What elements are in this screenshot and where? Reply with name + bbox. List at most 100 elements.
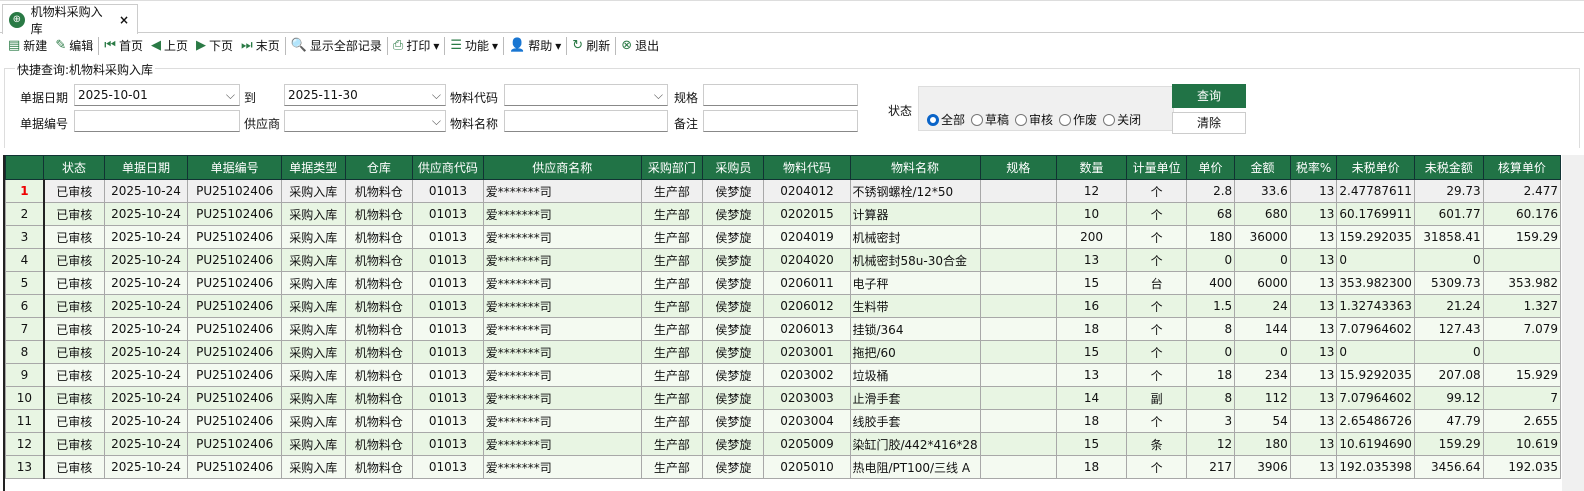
column-header[interactable]: 金额 (1234, 155, 1291, 180)
column-header[interactable]: 物料代码 (763, 155, 851, 180)
table-row[interactable]: 10 已审核 2025-10-24 PU25102406 采购入库 机物料仓 01013 爱*… (5, 386, 1561, 410)
column-header[interactable]: 核算单价 (1482, 155, 1561, 180)
column-header[interactable]: 仓库 (344, 155, 414, 180)
column-header[interactable]: 供应商名称 (482, 155, 642, 180)
toolbar-button-4[interactable]: ▶ 下页 (192, 35, 237, 57)
table-cell: 0 (1185, 340, 1236, 364)
table-row[interactable]: 8 已审核 2025-10-24 PU25102406 采购入库 机物料仓 01013 爱**… (5, 340, 1561, 364)
table-cell: 机械密封58u-30合金 (849, 248, 981, 272)
table-cell: 01013 (412, 294, 484, 318)
table-cell: 挂锁/364 (849, 317, 981, 341)
table-row[interactable]: 7 已审核 2025-10-24 PU25102406 采购入库 机物料仓 01013 爱**… (5, 317, 1561, 341)
column-header[interactable]: 计量单位 (1126, 155, 1187, 180)
toolbar-button-2[interactable]: ⏮ 首页 (100, 35, 147, 57)
remark-input[interactable] (703, 110, 858, 132)
status-radio-4[interactable]: 关闭 (1103, 111, 1141, 128)
column-header[interactable]: 采购部门 (640, 155, 704, 180)
table-row[interactable]: 12 已审核 2025-10-24 PU25102406 采购入库 机物料仓 01013 爱*… (5, 432, 1561, 456)
material-code-field[interactable]: ⌵ (504, 84, 668, 106)
table-row[interactable]: 3 已审核 2025-10-24 PU25102406 采购入库 机物料仓 01013 爱**… (5, 225, 1561, 249)
radio-circle-icon[interactable] (971, 113, 984, 126)
column-header[interactable]: 状态 (43, 155, 105, 180)
toolbar-button-6[interactable]: 🔍 显示全部记录 (287, 35, 386, 57)
table-row[interactable]: 6 已审核 2025-10-24 PU25102406 采购入库 机物料仓 01013 爱**… (5, 294, 1561, 318)
status-radio-1[interactable]: 草稿 (971, 111, 1009, 128)
clear-button[interactable]: 清除 (1172, 112, 1246, 134)
tab-purchase-inbound[interactable]: ⊕ 机物料采购入库 × (2, 4, 138, 36)
table-row[interactable]: 13 已审核 2025-10-24 PU25102406 采购入库 机物料仓 01013 爱*… (5, 455, 1561, 479)
table-cell: 29.73 (1413, 179, 1484, 203)
column-header[interactable]: 单价 (1185, 155, 1236, 180)
column-header[interactable]: 供应商代码 (412, 155, 484, 180)
chevron-down-icon[interactable]: ⌵ (432, 111, 441, 131)
table-cell: 7.079 (1482, 317, 1561, 341)
toolbar-button-0[interactable]: ▤ 新建 (4, 35, 51, 57)
table-row[interactable]: 4 已审核 2025-10-24 PU25102406 采购入库 机物料仓 01013 爱**… (5, 248, 1561, 272)
table-cell: 侯梦旋 (702, 179, 765, 203)
search-all-icon: 🔍 (290, 38, 307, 53)
table-cell: 0 (1234, 248, 1291, 272)
toolbar-button-10[interactable]: ↻ 刷新 (568, 35, 614, 57)
table-cell: 31858.41 (1413, 225, 1484, 249)
column-header[interactable]: 物料名称 (849, 155, 981, 180)
quick-query-title: 快捷查询:机物料采购入库 (15, 61, 156, 78)
radio-circle-icon[interactable] (1103, 113, 1116, 126)
column-header[interactable]: 税率% (1289, 155, 1338, 180)
table-cell: 采购入库 (280, 432, 346, 456)
toolbar-button-3[interactable]: ◀ 上页 (147, 35, 192, 57)
doc-no-input[interactable] (74, 110, 240, 132)
table-row[interactable]: 1 已审核 2025-10-24 PU25102406 采购入库 机物料仓 01013 爱**… (5, 179, 1561, 203)
chevron-down-icon[interactable]: ⌵ (226, 85, 235, 105)
radio-circle-icon[interactable] (927, 113, 939, 126)
chevron-down-icon[interactable]: ⌵ (654, 85, 663, 105)
date-to-field[interactable]: 2025-11-30 ⌵ (284, 84, 446, 106)
query-button[interactable]: 查询 (1172, 84, 1246, 108)
status-radio-0[interactable]: 全部 (927, 111, 965, 128)
table-cell: PU25102406 (187, 202, 282, 226)
toolbar-button-7[interactable]: ⎙ 打印 ▾ (389, 35, 443, 57)
close-tab-icon[interactable]: × (119, 13, 129, 27)
spec-label: 规格 (674, 91, 699, 105)
table-cell (979, 225, 1057, 249)
table-cell: 159.29 (1482, 225, 1561, 249)
spec-input[interactable] (703, 84, 858, 106)
radio-circle-icon[interactable] (1059, 113, 1072, 126)
chevron-down-icon[interactable]: ⌵ (432, 85, 441, 105)
table-row[interactable]: 2 已审核 2025-10-24 PU25102406 采购入库 机物料仓 01013 爱**… (5, 202, 1561, 226)
table-cell: 已审核 (43, 432, 105, 456)
radio-circle-icon[interactable] (1015, 113, 1028, 126)
column-header[interactable]: 单据日期 (103, 155, 189, 180)
date-from-field[interactable]: 2025-10-01 ⌵ (74, 84, 240, 106)
column-header[interactable]: 单据编号 (187, 155, 282, 180)
table-row[interactable]: 5 已审核 2025-10-24 PU25102406 采购入库 机物料仓 01013 爱**… (5, 271, 1561, 295)
dropdown-arrow-icon[interactable]: ▾ (433, 39, 439, 53)
table-row[interactable]: 11 已审核 2025-10-24 PU25102406 采购入库 机物料仓 01013 爱*… (5, 409, 1561, 433)
dropdown-arrow-icon[interactable]: ▾ (555, 39, 561, 53)
toolbar-button-8[interactable]: ☰ 功能 ▾ (446, 35, 502, 57)
material-name-input[interactable] (504, 110, 668, 132)
status-radio-2[interactable]: 审核 (1015, 111, 1053, 128)
table-cell: 10.619 (1482, 432, 1561, 456)
table-cell: 217 (1185, 455, 1236, 479)
status-radio-3[interactable]: 作废 (1059, 111, 1097, 128)
table-row[interactable]: 9 已审核 2025-10-24 PU25102406 采购入库 机物料仓 01013 爱**… (5, 363, 1561, 387)
column-header[interactable]: 规格 (979, 155, 1057, 180)
supplier-field[interactable]: ⌵ (284, 110, 446, 132)
quick-query-panel: 快捷查询:机物料采购入库 (4, 61, 1580, 148)
vertical-scrollbar[interactable] (1562, 155, 1584, 491)
toolbar-button-5[interactable]: ⏭ 末页 (237, 35, 284, 57)
column-header[interactable]: 未税单价 (1336, 155, 1415, 180)
dropdown-arrow-icon[interactable]: ▾ (492, 39, 498, 53)
toolbar-button-1[interactable]: ✎ 编辑 (51, 35, 97, 57)
table-cell: 个 (1126, 294, 1187, 318)
column-header[interactable]: 未税金额 (1413, 155, 1484, 180)
table-cell: 10.6194690 (1336, 432, 1415, 456)
table-cell: 12 (1185, 432, 1236, 456)
toolbar-button-9[interactable]: 👤 帮助 ▾ (505, 35, 565, 57)
column-header[interactable]: 采购员 (702, 155, 765, 180)
column-header[interactable]: 数量 (1055, 155, 1128, 180)
table-cell: 6000 (1234, 271, 1291, 295)
toolbar-button-11[interactable]: ⊗ 退出 (617, 35, 663, 57)
table-cell (979, 409, 1057, 433)
column-header[interactable]: 单据类型 (280, 155, 346, 180)
